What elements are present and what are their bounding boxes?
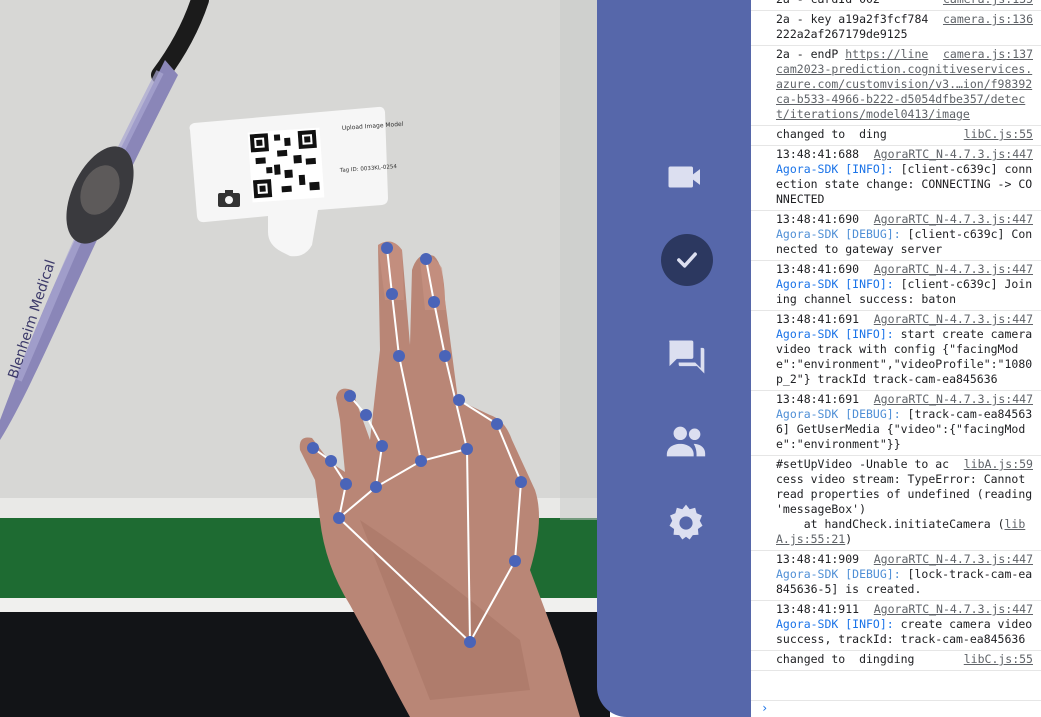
log-message: changed to dingding [776,652,915,666]
console-prompt[interactable]: › [751,700,1041,717]
gear-icon[interactable] [659,496,713,550]
log-source-link[interactable]: camera.js:136 [943,12,1033,27]
log-source-link[interactable]: libC.js:55 [964,127,1033,142]
console-log-entry: libC.js:55 changed to ding [751,126,1041,146]
log-level-tag: Agora-SDK [DEBUG]: [776,227,901,241]
log-source-link[interactable]: AgoraRTC_N-4.7.3.js:447 [874,147,1033,162]
log-message: 2a - cardId 002 [776,0,880,6]
log-message: 2a - key a19a2f3fcf784222a2af267179de912… [776,12,929,41]
console-log-entry: libA.js:59 #setUpVideo -Unable to access … [751,456,1041,551]
log-timestamp: 13:48:41:690 [776,262,860,276]
log-level-tag: Agora-SDK [INFO]: [776,617,894,631]
log-message-end: ) [845,532,853,546]
console-log-entry: AgoraRTC_N-4.7.3.js:447 13:48:41:911 Agora… [751,601,1041,651]
log-source-link[interactable]: AgoraRTC_N-4.7.3.js:447 [874,312,1033,327]
console-log-entry: AgoraRTC_N-4.7.3.js:447 13:48:41:691 Agora… [751,311,1041,391]
console-log-entry: camera.js:137 2a - endP https://linecam20… [751,46,1041,126]
log-message: changed to ding [776,127,887,141]
log-level-tag: Agora-SDK [DEBUG]: [776,407,901,421]
people-icon[interactable] [659,414,713,468]
log-source-link[interactable]: AgoraRTC_N-4.7.3.js:447 [874,212,1033,227]
console-log-entry: AgoraRTC_N-4.7.3.js:447 13:48:41:691 Agora… [751,391,1041,456]
log-source-link[interactable]: AgoraRTC_N-4.7.3.js:447 [874,552,1033,567]
log-timestamp: 13:48:41:691 [776,392,860,406]
log-timestamp: 13:48:41:909 [776,552,860,566]
log-source-link[interactable]: AgoraRTC_N-4.7.3.js:447 [874,392,1033,407]
console-log-list: camera.js:1352a - cardId 002camera.js:13… [751,0,1041,671]
console-log-entry: AgoraRTC_N-4.7.3.js:447 13:48:41:909 Agora… [751,551,1041,601]
console-log-entry: AgoraRTC_N-4.7.3.js:447 13:48:41:690 Agora… [751,211,1041,261]
log-level-tag: Agora-SDK [INFO]: [776,327,894,341]
camera-scene: Blenheim Medical Upload Image Model Tag … [0,0,610,717]
log-source-link[interactable]: camera.js:137 [943,47,1033,62]
log-level-tag: Agora-SDK [INFO]: [776,277,894,291]
log-timestamp: 13:48:41:911 [776,602,860,616]
log-source-link[interactable]: camera.js:135 [943,0,1033,7]
console-log-entry: camera.js:136 2a - key a19a2f3fcf784222a2… [751,11,1041,46]
log-message: 2a - endP [776,47,846,61]
log-source-link[interactable]: AgoraRTC_N-4.7.3.js:447 [874,262,1033,277]
camera-feed: Blenheim Medical Upload Image Model Tag … [0,0,610,717]
log-level-tag: Agora-SDK [INFO]: [776,162,894,176]
console-log-entry: AgoraRTC_N-4.7.3.js:447 13:48:41:688 Agora… [751,146,1041,211]
log-timestamp: 13:48:41:691 [776,312,860,326]
log-level-tag: Agora-SDK [DEBUG]: [776,567,901,581]
video-camera-icon[interactable] [659,150,713,204]
console-log-entry: AgoraRTC_N-4.7.3.js:447 13:48:41:690 Agora… [751,261,1041,311]
prompt-chevron-icon: › [761,701,769,715]
log-timestamp: 13:48:41:690 [776,212,860,226]
log-source-link[interactable]: AgoraRTC_N-4.7.3.js:447 [874,602,1033,617]
log-timestamp: 13:48:41:688 [776,147,860,161]
console-log-entry: libC.js:55 changed to dingding [751,651,1041,671]
check-circle-icon[interactable] [661,234,713,286]
console-log-entry: camera.js:135 2a - cardId 002 [751,0,1041,11]
chat-bubbles-icon[interactable] [659,330,713,384]
devtools-console: camera.js:1352a - cardId 002camera.js:13… [751,0,1041,717]
log-source-link[interactable]: libA.js:59 [964,457,1033,472]
side-navigation [597,0,751,717]
log-source-link[interactable]: libC.js:55 [964,652,1033,667]
